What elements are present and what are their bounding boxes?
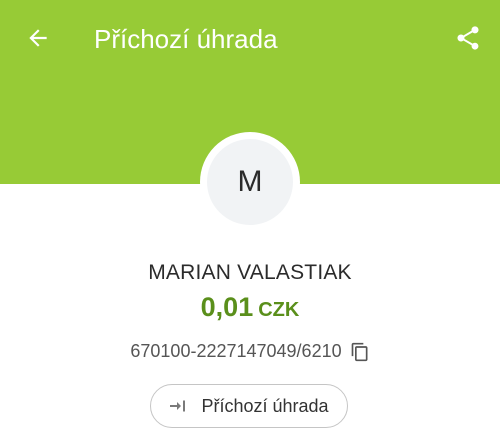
amount-value: 0,01 (200, 292, 254, 322)
account-row: 670100-2227147049/6210 (0, 341, 500, 362)
avatar: M (207, 139, 293, 225)
arrow-left-icon (29, 29, 47, 47)
transaction-type-chip[interactable]: Příchozí úhrada (150, 384, 348, 428)
back-button[interactable] (18, 18, 58, 58)
page-title: Příchozí úhrada (94, 24, 278, 54)
transaction-type-label: Příchozí úhrada (201, 395, 329, 416)
copy-account-button[interactable] (350, 342, 370, 362)
copy-icon (351, 342, 368, 361)
avatar-frame: M (200, 132, 300, 232)
account-number: 670100-2227147049/6210 (130, 341, 342, 361)
toolbar: Příchozí úhrada (0, 0, 500, 80)
share-icon (457, 26, 479, 50)
amount-currency: CZK (258, 299, 300, 321)
incoming-arrow-icon (169, 399, 189, 413)
share-button[interactable] (448, 18, 488, 58)
amount: 0,01 CZK (0, 292, 500, 323)
counterparty-name: MARIAN VALASTIAK (148, 261, 352, 284)
